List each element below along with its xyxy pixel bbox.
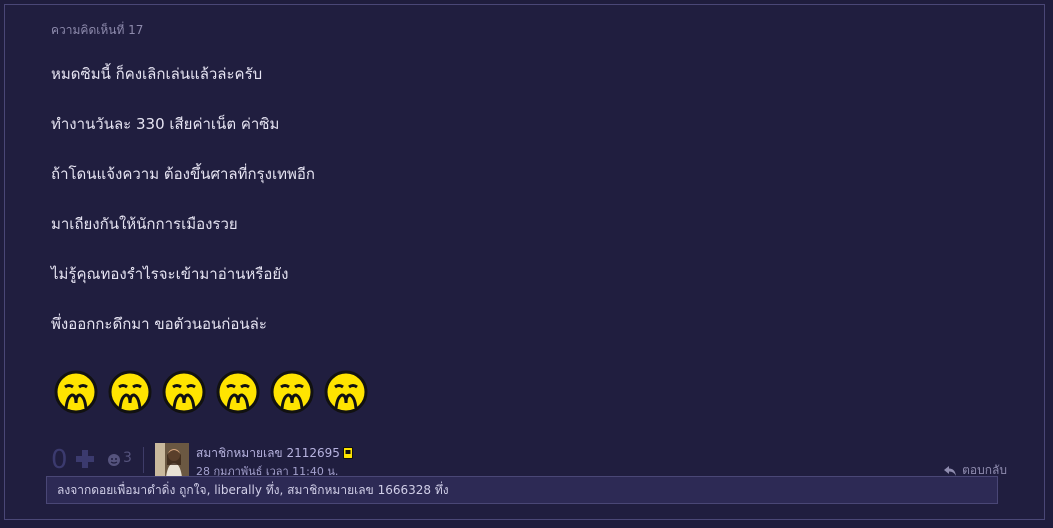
- comment-body: หมดซิมนี้ ก็คงเลิกเล่นแล้วล่ะครับ ทำงานว…: [51, 65, 315, 365]
- reply-arrow-icon: [944, 465, 957, 476]
- avatar[interactable]: [155, 443, 189, 477]
- reaction-count: 3: [123, 450, 132, 466]
- vote-count: 0: [51, 445, 68, 475]
- covering-mouth-emoji-icon: [162, 370, 206, 414]
- comment-line: ไม่รู้คุณทองรำไรจะเข้ามาอ่านหรือยัง: [51, 265, 289, 283]
- emoji-row: [53, 369, 369, 415]
- covering-mouth-emoji-icon: [108, 370, 152, 414]
- comment-card: ความคิดเห็นที่ 17 หมดซิมนี้ ก็คงเลิกเล่น…: [4, 4, 1045, 520]
- reaction-emoji-icon[interactable]: [107, 453, 121, 467]
- covering-mouth-emoji-icon: [270, 370, 314, 414]
- covering-mouth-emoji-icon: [324, 370, 368, 414]
- member-badge-icon: [342, 447, 353, 459]
- plus-vote-icon[interactable]: [75, 449, 95, 469]
- comment-line: พึ่งออกกะดึกมา ขอตัวนอนก่อนล่ะ: [51, 315, 267, 333]
- comment-line: หมดซิมนี้ ก็คงเลิกเล่นแล้วล่ะครับ: [51, 65, 263, 83]
- divider: [143, 447, 144, 473]
- comment-number: ความคิดเห็นที่ 17: [51, 23, 144, 37]
- avatar-image: [155, 443, 189, 477]
- covering-mouth-emoji-icon: [54, 370, 98, 414]
- comment-line: มาเถียงกันให้นักการเมืองรวย: [51, 215, 238, 233]
- comment-footer: 0 3 สมาชิกหมายเลข 2112695 28 กุมภาพันธ์ …: [51, 441, 1041, 478]
- member-name-link[interactable]: สมาชิกหมายเลข 2112695: [196, 444, 353, 463]
- member-name: สมาชิกหมายเลข 2112695: [196, 446, 340, 460]
- reactions-summary: ลงจากดอยเพื่อมาดำดิ่ง ถูกใจ, liberally ท…: [46, 476, 998, 504]
- comment-line: ถ้าโดนแจ้งความ ต้องขึ้นศาลที่กรุงเทพอีก: [51, 165, 315, 183]
- covering-mouth-emoji-icon: [216, 370, 260, 414]
- comment-line: ทำงานวันละ 330 เสียค่าเน็ต ค่าซิม: [51, 115, 280, 133]
